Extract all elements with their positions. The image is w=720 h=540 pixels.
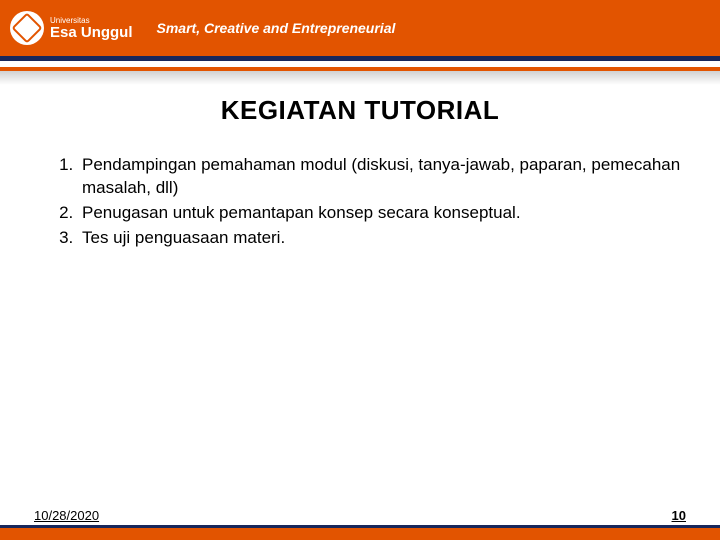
footer-date: 10/28/2020 — [34, 508, 99, 523]
header-divider — [0, 56, 720, 85]
slide-header: Universitas Esa Unggul Smart, Creative a… — [0, 0, 720, 56]
footer-meta: 10/28/2020 10 — [0, 508, 720, 525]
slide-content: KEGIATAN TUTORIAL Pendampingan pemahaman… — [0, 85, 720, 250]
bullet-list: Pendampingan pemahaman modul (diskusi, t… — [30, 154, 690, 250]
logo-text: Universitas Esa Unggul — [50, 17, 133, 40]
list-item: Penugasan untuk pemantapan konsep secara… — [78, 202, 690, 225]
list-item: Pendampingan pemahaman modul (diskusi, t… — [78, 154, 690, 200]
logo-emblem-icon — [10, 11, 44, 45]
footer-page-number: 10 — [672, 508, 686, 523]
list-item: Tes uji penguasaan materi. — [78, 227, 690, 250]
slide-footer: 10/28/2020 10 — [0, 508, 720, 540]
header-tagline: Smart, Creative and Entrepreneurial — [157, 20, 396, 36]
logo-big-text: Esa Unggul — [50, 25, 133, 40]
logo-block: Universitas Esa Unggul — [0, 0, 133, 56]
slide-title: KEGIATAN TUTORIAL — [30, 95, 690, 126]
